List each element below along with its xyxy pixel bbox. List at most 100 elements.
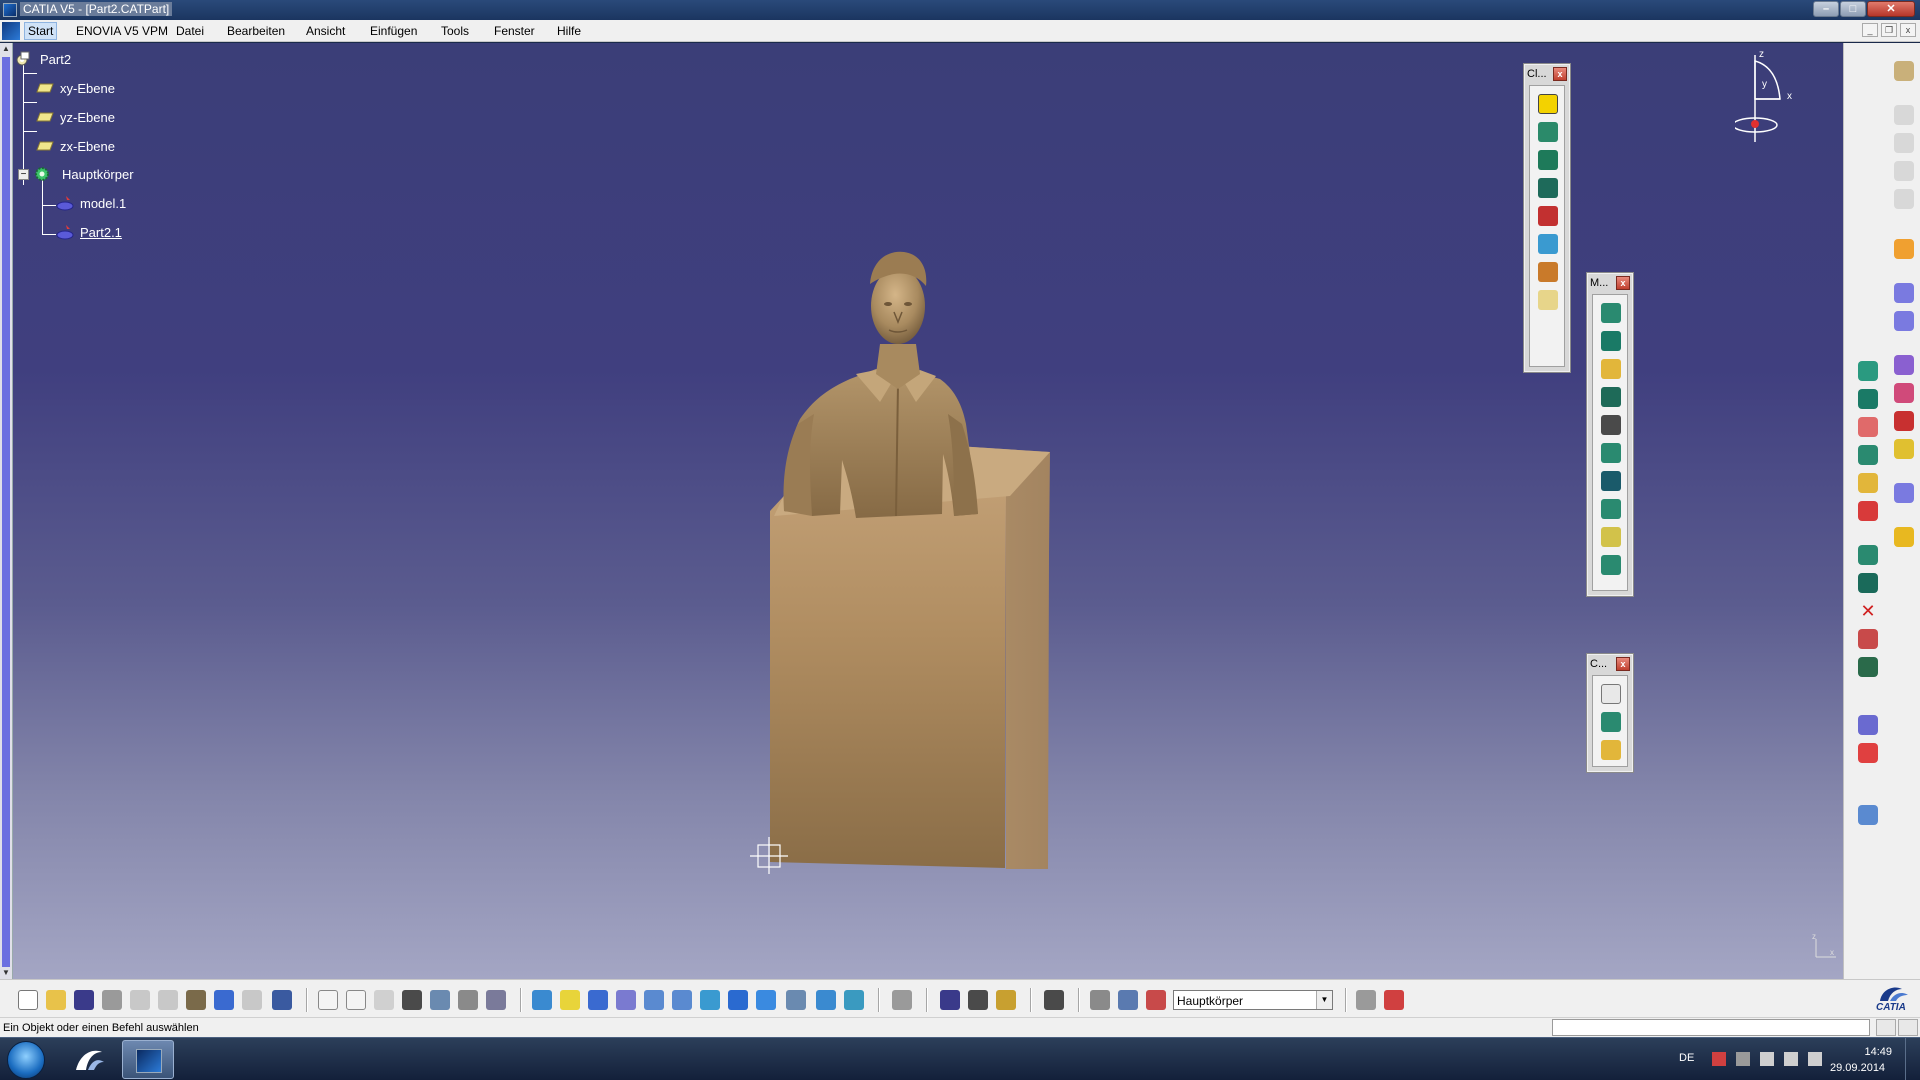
floating-toolbar-close-button[interactable]: x — [1616, 657, 1630, 671]
disabled-tool-icon[interactable] — [1894, 105, 1914, 125]
save-icon[interactable] — [74, 990, 94, 1010]
curve-tool-icon[interactable] — [1601, 684, 1621, 704]
reorder-icon[interactable] — [1090, 990, 1110, 1010]
mesh-tool-icon[interactable] — [1601, 387, 1621, 407]
curve-tool-icon[interactable] — [1601, 712, 1621, 732]
knowledge-icon[interactable] — [374, 990, 394, 1010]
mesh-tool-icon[interactable] — [1601, 415, 1621, 435]
volume-icon[interactable] — [1808, 1052, 1822, 1066]
orientation-compass[interactable]: z y x — [1735, 47, 1815, 147]
shape-tool-icon[interactable] — [1858, 629, 1878, 649]
menu-bearbeiten[interactable]: Bearbeiten — [227, 24, 285, 38]
mdi-close-button[interactable]: x — [1900, 23, 1916, 37]
mesh-tool-icon[interactable] — [1601, 443, 1621, 463]
scroll-down-arrow-icon[interactable]: ▼ — [1, 968, 11, 978]
mesh-tool-icon[interactable] — [1601, 471, 1621, 491]
rotate-icon[interactable] — [616, 990, 636, 1010]
menu-ansicht[interactable]: Ansicht — [306, 24, 345, 38]
mesh-tool-icon[interactable] — [1601, 555, 1621, 575]
table-icon[interactable] — [402, 990, 422, 1010]
shape-tool-icon[interactable] — [1858, 361, 1878, 381]
tree-node-xy-plane[interactable]: xy-Ebene — [36, 78, 156, 98]
taskbar-3ds-app[interactable] — [62, 1040, 114, 1079]
comment-icon[interactable] — [346, 990, 366, 1010]
paste-icon[interactable] — [186, 990, 206, 1010]
action-center-flag-icon[interactable] — [1712, 1052, 1726, 1066]
whats-this-icon[interactable] — [272, 990, 292, 1010]
floating-toolbar-close-button[interactable]: x — [1616, 276, 1630, 290]
light-tool-icon[interactable] — [1538, 290, 1558, 310]
iso-view-icon[interactable] — [756, 990, 776, 1010]
mesh-tool-icon[interactable] — [1601, 303, 1621, 323]
lock-icon[interactable] — [458, 990, 478, 1010]
new-file-icon[interactable] — [18, 990, 38, 1010]
normal-view-icon[interactable] — [700, 990, 720, 1010]
floating-toolbar-m[interactable]: M... x — [1586, 272, 1634, 597]
tree-node-part21[interactable]: Part2.1 — [56, 222, 176, 242]
tree-node-part2[interactable]: Part2 — [14, 49, 134, 69]
zoom-out-icon[interactable] — [672, 990, 692, 1010]
measure-item-icon[interactable] — [968, 990, 988, 1010]
mesh-tool-icon[interactable] — [1601, 359, 1621, 379]
curve-tool-icon[interactable] — [1601, 740, 1621, 760]
menu-einfuegen[interactable]: Einfügen — [370, 24, 417, 38]
tray-app-icon[interactable] — [1736, 1052, 1750, 1066]
feature-tool-icon[interactable] — [1894, 439, 1914, 459]
menu-tools[interactable]: Tools — [441, 24, 469, 38]
pan-icon[interactable] — [588, 990, 608, 1010]
cut-icon[interactable] — [130, 990, 150, 1010]
tree-scrollbar[interactable]: ▲ ▼ — [0, 43, 13, 979]
surface-tool-icon[interactable] — [1538, 178, 1558, 198]
tree-node-hauptkoerper[interactable]: − Hauptkörper — [14, 164, 174, 184]
surface-tool-icon[interactable] — [1538, 150, 1558, 170]
floating-toolbar-close-button[interactable]: x — [1553, 67, 1567, 81]
mdi-minimize-button[interactable]: _ — [1862, 23, 1878, 37]
surface-tool-icon[interactable] — [1538, 122, 1558, 142]
feature-tool-icon[interactable] — [1894, 483, 1914, 503]
swap-space-icon[interactable] — [844, 990, 864, 1010]
shape-tool-icon[interactable] — [1858, 573, 1878, 593]
shape-tool-icon[interactable] — [1858, 545, 1878, 565]
mdi-restore-button[interactable]: ❐ — [1881, 23, 1897, 37]
floating-toolbar-cl[interactable]: Cl... x — [1523, 63, 1571, 373]
network-icon[interactable] — [1784, 1052, 1798, 1066]
magnet-icon[interactable] — [1538, 94, 1558, 114]
feature-tool-icon[interactable] — [1894, 383, 1914, 403]
capture-camera-icon[interactable] — [1044, 990, 1064, 1010]
disabled-tool-icon[interactable] — [1894, 133, 1914, 153]
redo-icon[interactable] — [242, 990, 262, 1010]
fly-mode-icon[interactable] — [532, 990, 552, 1010]
mesh-tool-icon[interactable] — [1601, 527, 1621, 547]
shape-tool-icon[interactable] — [1858, 657, 1878, 677]
body-selector-dropdown[interactable]: Hauptkörper ▼ — [1173, 990, 1333, 1010]
delete-cross-icon[interactable]: ✕ — [1858, 601, 1878, 621]
analysis-tool-icon[interactable] — [1858, 743, 1878, 763]
tray-app-icon[interactable] — [1760, 1052, 1774, 1066]
shape-tool-icon[interactable] — [1858, 445, 1878, 465]
clock-date[interactable]: 29.09.2014 — [1830, 1062, 1885, 1074]
windows-start-orb-icon[interactable] — [7, 1041, 45, 1079]
feature-tool-icon[interactable] — [1894, 411, 1914, 431]
select-arrow-icon[interactable] — [1894, 239, 1914, 259]
sketch-tool-icon[interactable] — [1894, 61, 1914, 81]
analysis-tool-icon[interactable] — [1858, 805, 1878, 825]
menu-enovia[interactable]: ENOVIA V5 VPM — [76, 24, 168, 38]
print-icon[interactable] — [102, 990, 122, 1010]
zoom-in-icon[interactable] — [644, 990, 664, 1010]
define-in-work-icon[interactable] — [1146, 990, 1166, 1010]
command-input[interactable] — [1552, 1019, 1870, 1036]
status-button[interactable] — [1898, 1019, 1918, 1036]
shape-tool-icon[interactable] — [1858, 417, 1878, 437]
tree-collapse-expander[interactable]: − — [18, 169, 29, 180]
deactivate-tool-icon[interactable] — [1384, 990, 1404, 1010]
disabled-tool-icon[interactable] — [1894, 161, 1914, 181]
chevron-down-icon[interactable]: ▼ — [1316, 991, 1332, 1009]
undo-icon[interactable] — [214, 990, 234, 1010]
3d-model-bust-on-box[interactable] — [748, 224, 1138, 874]
formula-icon[interactable] — [318, 990, 338, 1010]
copy-icon[interactable] — [158, 990, 178, 1010]
menu-datei[interactable]: Datei — [176, 24, 204, 38]
multi-view-icon[interactable] — [728, 990, 748, 1010]
measure-between-icon[interactable] — [940, 990, 960, 1010]
catia-app-icon[interactable] — [3, 3, 17, 17]
